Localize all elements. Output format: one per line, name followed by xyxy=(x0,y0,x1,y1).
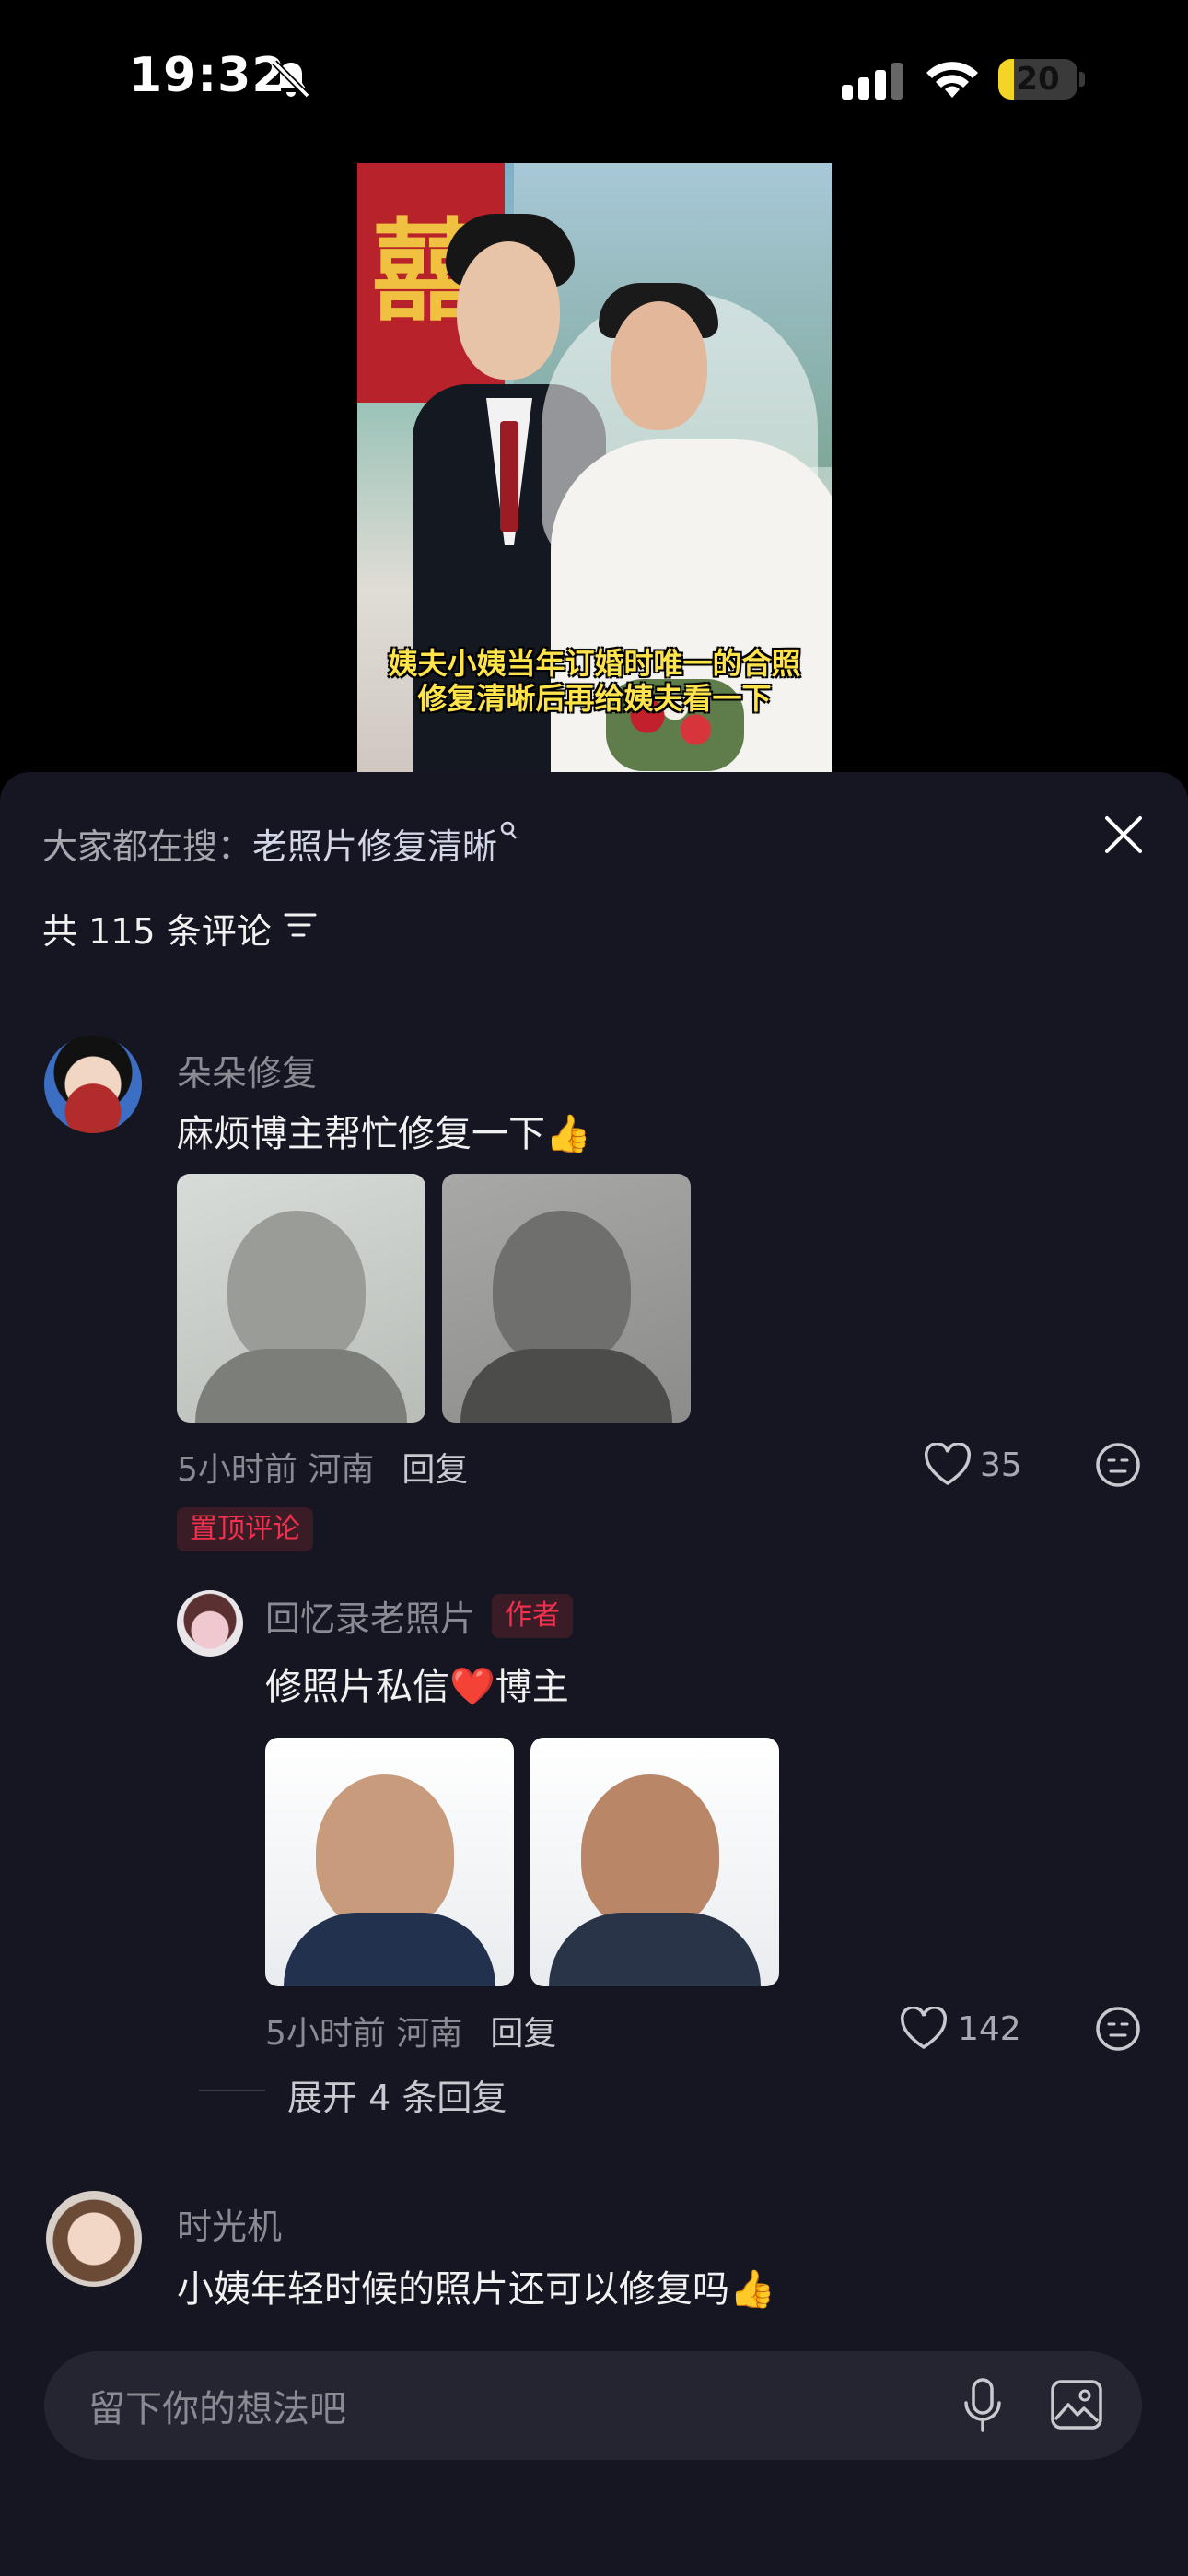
avatar[interactable] xyxy=(44,1036,142,1133)
portrait-body xyxy=(195,1349,407,1423)
trending-search-prefix: 大家都在搜： xyxy=(42,826,253,867)
portrait-face xyxy=(581,1774,719,1931)
bride-face xyxy=(611,301,707,430)
comment-username[interactable]: 时光机 xyxy=(177,2198,282,2249)
expand-divider xyxy=(199,2090,265,2091)
close-icon[interactable] xyxy=(1100,811,1147,859)
comment-time-location: 5小时前 河南 xyxy=(265,2015,463,2053)
status-time: 19:32 xyxy=(129,48,286,103)
avatar[interactable] xyxy=(177,1590,243,1657)
like-count: 35 xyxy=(980,1446,1022,1484)
groom-tie xyxy=(500,421,518,532)
comment-image[interactable] xyxy=(177,1174,425,1423)
author-badge: 作者 xyxy=(492,1593,574,1638)
portrait-face xyxy=(493,1211,631,1367)
microphone-icon[interactable] xyxy=(960,2377,1006,2434)
comment-time-location: 5小时前 河南 xyxy=(177,1451,375,1489)
portrait-body xyxy=(549,1913,761,1986)
comment-input-placeholder[interactable]: 留下你的想法吧 xyxy=(88,2379,346,2432)
pinned-comment-badge: 置顶评论 xyxy=(177,1507,313,1551)
heart-icon[interactable] xyxy=(923,1443,973,1487)
comment-meta: 5小时前 河南 回复 xyxy=(265,2007,556,2055)
heart-icon[interactable] xyxy=(899,2007,949,2051)
search-icon xyxy=(500,821,517,839)
cellular-signal-icon xyxy=(842,63,903,100)
bell-muted-icon xyxy=(272,60,310,99)
portrait-face xyxy=(227,1211,366,1367)
emoji-reaction-icon[interactable] xyxy=(1094,1441,1142,1489)
comment-image[interactable] xyxy=(442,1174,691,1423)
battery-percent: 20 xyxy=(1016,61,1060,98)
trending-search-query[interactable]: 老照片修复清晰 xyxy=(252,826,497,867)
comment-text: 麻烦博主帮忙修复一下👍 xyxy=(177,1113,591,1155)
reply-button[interactable]: 回复 xyxy=(402,1451,468,1489)
image-picker-icon[interactable] xyxy=(1050,2379,1103,2430)
reply-header: 回忆录老照片 作者 xyxy=(265,1590,574,1641)
portrait-body xyxy=(284,1913,495,1986)
avatar[interactable] xyxy=(46,2191,142,2287)
emoji-reaction-icon[interactable] xyxy=(1094,2005,1142,2053)
trending-search[interactable]: 大家都在搜：老照片修复清晰 xyxy=(42,818,519,869)
comment-count: 共 115 条评论 xyxy=(42,911,272,952)
portrait-body xyxy=(460,1349,672,1423)
comment-text: 小姨年轻时候的照片还可以修复吗👍 xyxy=(177,2268,775,2311)
battery-tip xyxy=(1079,72,1085,87)
comment-username[interactable]: 回忆录老照片 xyxy=(265,1590,475,1641)
comment-image[interactable] xyxy=(530,1738,779,1986)
groom-face xyxy=(457,241,560,380)
sort-filter-icon[interactable] xyxy=(284,910,319,942)
comment-image[interactable] xyxy=(265,1738,514,1986)
video-player[interactable]: 囍 姨夫小姨当年订婚时唯一的合照 修复清晰后再给姨夫看一下 xyxy=(357,163,832,772)
expand-replies-button[interactable]: 展开 4 条回复 xyxy=(287,2069,507,2120)
video-caption-line-2: 修复清晰后再给姨夫看一下 xyxy=(417,681,772,716)
wifi-icon xyxy=(926,62,978,98)
portrait-face xyxy=(316,1774,454,1931)
reply-button[interactable]: 回复 xyxy=(490,2015,556,2053)
like-count: 142 xyxy=(958,2010,1021,2048)
battery-indicator: 20 xyxy=(998,59,1077,100)
comment-text: 修照片私信❤️博主 xyxy=(265,1666,569,1708)
comment-username[interactable]: 朵朵修复 xyxy=(177,1045,317,1095)
comment-meta: 5小时前 河南 回复 xyxy=(177,1443,468,1491)
